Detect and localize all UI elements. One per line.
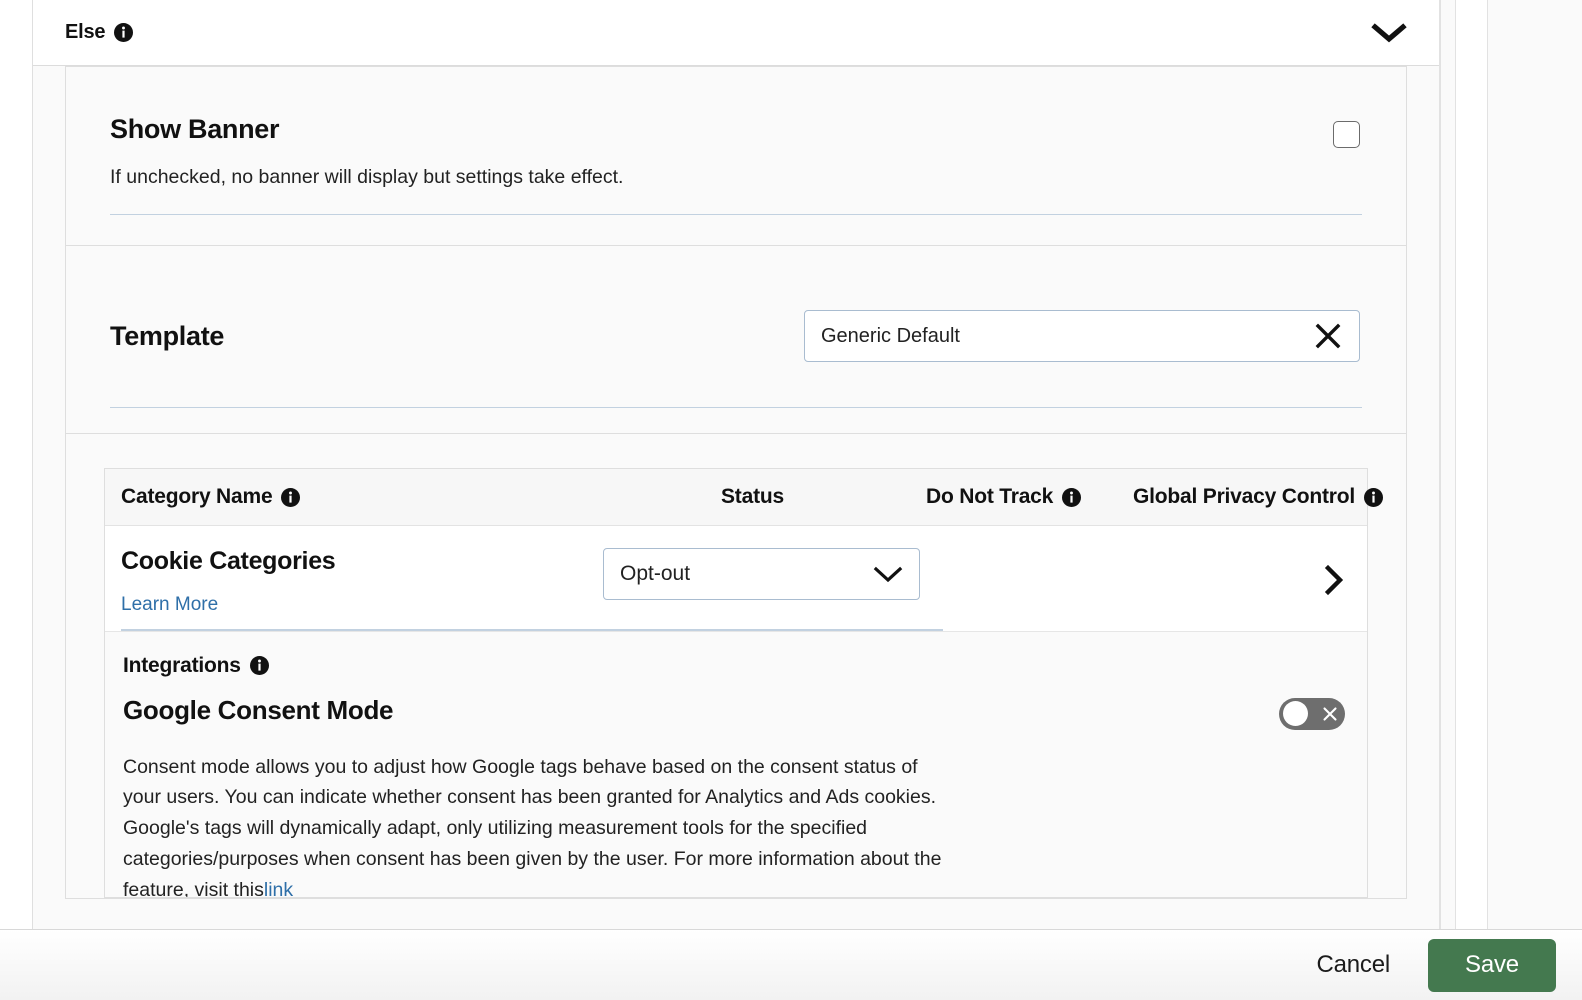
template-label: Template [110,320,225,351]
show-banner-bottom-pad [110,215,1362,245]
status-select[interactable]: Opt-out [603,548,920,601]
template-panel-inner: Template Generic Default [66,246,1406,433]
page-background-right [1488,0,1582,929]
learn-more-link[interactable]: Learn More [121,594,218,616]
template-panel: Template Generic Default [65,246,1407,435]
column-header-do-not-track-label: Do Not Track [926,485,1054,509]
scrollbar-thumb-area[interactable] [1456,0,1488,929]
show-banner-description: If unchecked, no banner will display but… [110,165,624,188]
table-row[interactable]: Cookie Categories Learn More Opt-out [105,526,1367,630]
table-row-status-cell: Opt-out [603,548,920,601]
description-line-1: Consent mode allows you to adjust how Go… [123,755,918,778]
column-header-status: Status [721,485,926,509]
modal-content-column: Else Show Banner If unchecked, no banner… [33,0,1440,929]
info-icon[interactable] [249,656,269,676]
column-header-status-label: Status [721,485,784,509]
consent-settings-modal: Else Show Banner If unchecked, no banner… [0,0,1582,1000]
show-banner-texts: Show Banner If unchecked, no banner will… [110,114,1333,189]
column-header-do-not-track: Do Not Track [926,485,1133,509]
template-input-value: Generic Default [821,324,960,347]
modal-footer: Cancel Save [0,929,1582,1000]
description-line-3: Google's tags will dynamically adapt, on… [123,817,868,840]
categories-table: Category Name Status Do Not Track Global… [104,468,1383,898]
google-consent-mode-description: Consent mode allows you to adjust how Go… [123,752,1048,897]
cancel-button[interactable]: Cancel [1300,941,1406,989]
categories-panel-inner: Category Name Status Do Not Track Global… [66,434,1406,898]
column-header-global-privacy-control-label: Global Privacy Control [1133,485,1355,509]
documentation-link[interactable]: link [264,879,293,897]
template-input[interactable]: Generic Default [804,310,1360,363]
show-banner-panel: Show Banner If unchecked, no banner will… [65,66,1407,247]
status-select-value: Opt-out [620,562,691,586]
scrollbar-track[interactable] [1440,0,1456,929]
modal-right-gutter [1440,0,1582,929]
description-line-5-clipped: feature, visit this link [123,875,1048,897]
integrations-section: Integrations Google Consent Mode Consent… [105,630,1367,897]
modal-body-row: Else Show Banner If unchecked, no banner… [0,0,1582,929]
chevron-down-icon[interactable] [1371,21,1407,45]
table-row-name-cell: Cookie Categories Learn More [121,548,603,616]
google-consent-mode-title: Google Consent Mode [123,694,394,725]
table-header-row: Category Name Status Do Not Track Global… [105,469,1383,527]
categories-panel: Category Name Status Do Not Track Global… [65,434,1407,899]
show-banner-title: Show Banner [110,114,280,144]
info-icon[interactable] [1062,487,1082,507]
column-header-category-name-label: Category Name [121,485,273,509]
template-row: Template Generic Default [110,276,1362,363]
close-icon [1322,706,1338,722]
integrations-title-label: Integrations [123,653,241,677]
show-banner-row: Show Banner If unchecked, no banner will… [110,97,1362,189]
accordion-header-else[interactable]: Else [33,0,1439,66]
table-row-category-name: Cookie Categories [121,547,336,576]
info-icon[interactable] [281,487,301,507]
info-icon[interactable] [1364,487,1383,507]
column-header-category-name: Category Name [121,485,721,509]
toggle-knob [1283,701,1308,727]
info-icon[interactable] [114,23,134,42]
accordion-title: Else [65,21,106,43]
chevron-down-icon [873,564,903,584]
google-consent-mode-row: Google Consent Mode [123,694,1345,730]
save-button[interactable]: Save [1428,938,1556,992]
integrations-title: Integrations [123,654,1345,678]
show-banner-panel-inner: Show Banner If unchecked, no banner will… [66,67,1406,245]
description-line-4: categories/purposes when consent has bee… [123,847,942,870]
description-line-5-text: feature, visit this [123,878,264,897]
column-header-global-privacy-control: Global Privacy Control [1133,485,1383,509]
show-banner-checkbox[interactable] [1333,121,1360,148]
description-line-2: your users. You can indicate whether con… [123,786,937,809]
chevron-right-icon[interactable] [1323,548,1367,596]
google-consent-mode-toggle[interactable] [1279,697,1345,730]
template-bottom-pad [110,408,1362,433]
modal-left-gutter [0,0,33,929]
close-icon[interactable] [1313,321,1343,351]
